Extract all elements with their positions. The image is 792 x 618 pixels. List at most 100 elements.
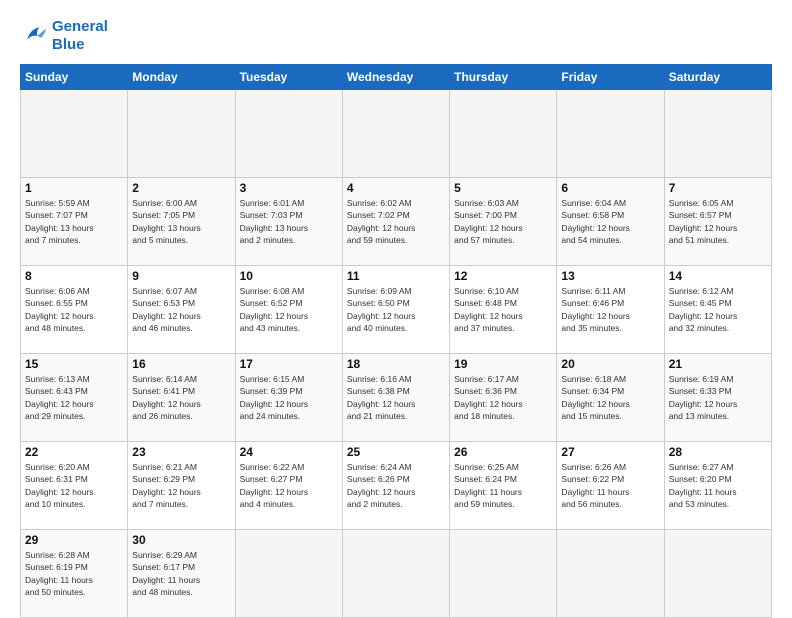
calendar-week-row: 22 Sunrise: 6:20 AM Sunset: 6:31 PM Dayli… <box>21 442 772 530</box>
col-header-friday: Friday <box>557 65 664 90</box>
day-number: 21 <box>669 357 767 371</box>
day-info: Sunrise: 6:26 AM Sunset: 6:22 PM Dayligh… <box>561 461 659 510</box>
calendar-week-row: 1 Sunrise: 5:59 AM Sunset: 7:07 PM Daylig… <box>21 178 772 266</box>
calendar-cell: 20 Sunrise: 6:18 AM Sunset: 6:34 PM Dayli… <box>557 354 664 442</box>
day-number: 1 <box>25 181 123 195</box>
calendar-week-row <box>21 90 772 178</box>
day-number: 2 <box>132 181 230 195</box>
calendar-cell <box>664 90 771 178</box>
calendar-cell: 29 Sunrise: 6:28 AM Sunset: 6:19 PM Dayli… <box>21 530 128 618</box>
day-info: Sunrise: 6:12 AM Sunset: 6:45 PM Dayligh… <box>669 285 767 334</box>
day-info: Sunrise: 6:13 AM Sunset: 6:43 PM Dayligh… <box>25 373 123 422</box>
day-info: Sunrise: 6:25 AM Sunset: 6:24 PM Dayligh… <box>454 461 552 510</box>
calendar-cell: 8 Sunrise: 6:06 AM Sunset: 6:55 PM Daylig… <box>21 266 128 354</box>
day-number: 20 <box>561 357 659 371</box>
calendar-cell <box>235 90 342 178</box>
calendar-cell: 12 Sunrise: 6:10 AM Sunset: 6:48 PM Dayli… <box>450 266 557 354</box>
day-number: 22 <box>25 445 123 459</box>
day-number: 23 <box>132 445 230 459</box>
calendar-cell: 15 Sunrise: 6:13 AM Sunset: 6:43 PM Dayli… <box>21 354 128 442</box>
day-info: Sunrise: 6:20 AM Sunset: 6:31 PM Dayligh… <box>25 461 123 510</box>
day-info: Sunrise: 6:00 AM Sunset: 7:05 PM Dayligh… <box>132 197 230 246</box>
day-number: 18 <box>347 357 445 371</box>
col-header-wednesday: Wednesday <box>342 65 449 90</box>
calendar-cell: 17 Sunrise: 6:15 AM Sunset: 6:39 PM Dayli… <box>235 354 342 442</box>
calendar-cell: 24 Sunrise: 6:22 AM Sunset: 6:27 PM Dayli… <box>235 442 342 530</box>
calendar-cell: 16 Sunrise: 6:14 AM Sunset: 6:41 PM Dayli… <box>128 354 235 442</box>
day-number: 10 <box>240 269 338 283</box>
day-info: Sunrise: 6:14 AM Sunset: 6:41 PM Dayligh… <box>132 373 230 422</box>
calendar-cell: 19Sunrise: 6:17 AM Sunset: 6:36 PM Dayli… <box>450 354 557 442</box>
day-info: Sunrise: 6:11 AM Sunset: 6:46 PM Dayligh… <box>561 285 659 334</box>
logo: General Blue <box>20 18 108 54</box>
calendar-cell: 27 Sunrise: 6:26 AM Sunset: 6:22 PM Dayli… <box>557 442 664 530</box>
calendar-cell <box>128 90 235 178</box>
calendar-header-row: SundayMondayTuesdayWednesdayThursdayFrid… <box>21 65 772 90</box>
day-number: 17 <box>240 357 338 371</box>
calendar-cell: 25Sunrise: 6:24 AM Sunset: 6:26 PM Dayli… <box>342 442 449 530</box>
calendar-cell: 14 Sunrise: 6:12 AM Sunset: 6:45 PM Dayli… <box>664 266 771 354</box>
calendar-cell: 30 Sunrise: 6:29 AM Sunset: 6:17 PM Dayli… <box>128 530 235 618</box>
calendar-cell: 28 Sunrise: 6:27 AM Sunset: 6:20 PM Dayli… <box>664 442 771 530</box>
day-info: Sunrise: 6:22 AM Sunset: 6:27 PM Dayligh… <box>240 461 338 510</box>
calendar-cell <box>342 90 449 178</box>
day-info: Sunrise: 6:06 AM Sunset: 6:55 PM Dayligh… <box>25 285 123 334</box>
day-number: 6 <box>561 181 659 195</box>
day-number: 12 <box>454 269 552 283</box>
calendar-cell: 9Sunrise: 6:07 AM Sunset: 6:53 PM Daylig… <box>128 266 235 354</box>
calendar-cell: 26Sunrise: 6:25 AM Sunset: 6:24 PM Dayli… <box>450 442 557 530</box>
day-info: Sunrise: 5:59 AM Sunset: 7:07 PM Dayligh… <box>25 197 123 246</box>
calendar-cell: 3Sunrise: 6:01 AM Sunset: 7:03 PM Daylig… <box>235 178 342 266</box>
day-info: Sunrise: 6:19 AM Sunset: 6:33 PM Dayligh… <box>669 373 767 422</box>
calendar-cell: 4 Sunrise: 6:02 AM Sunset: 7:02 PM Daylig… <box>342 178 449 266</box>
calendar-week-row: 15 Sunrise: 6:13 AM Sunset: 6:43 PM Dayli… <box>21 354 772 442</box>
calendar-table: SundayMondayTuesdayWednesdayThursdayFrid… <box>20 64 772 618</box>
day-info: Sunrise: 6:24 AM Sunset: 6:26 PM Dayligh… <box>347 461 445 510</box>
day-number: 5 <box>454 181 552 195</box>
col-header-tuesday: Tuesday <box>235 65 342 90</box>
day-number: 15 <box>25 357 123 371</box>
calendar-cell: 23 Sunrise: 6:21 AM Sunset: 6:29 PM Dayli… <box>128 442 235 530</box>
col-header-monday: Monday <box>128 65 235 90</box>
day-number: 28 <box>669 445 767 459</box>
calendar-cell <box>664 530 771 618</box>
day-number: 14 <box>669 269 767 283</box>
col-header-saturday: Saturday <box>664 65 771 90</box>
calendar-cell <box>557 530 664 618</box>
day-info: Sunrise: 6:16 AM Sunset: 6:38 PM Dayligh… <box>347 373 445 422</box>
day-info: Sunrise: 6:28 AM Sunset: 6:19 PM Dayligh… <box>25 549 123 598</box>
calendar-cell: 7 Sunrise: 6:05 AM Sunset: 6:57 PM Daylig… <box>664 178 771 266</box>
day-info: Sunrise: 6:01 AM Sunset: 7:03 PM Dayligh… <box>240 197 338 246</box>
calendar-cell <box>342 530 449 618</box>
calendar-cell <box>235 530 342 618</box>
col-header-thursday: Thursday <box>450 65 557 90</box>
day-number: 19 <box>454 357 552 371</box>
day-info: Sunrise: 6:02 AM Sunset: 7:02 PM Dayligh… <box>347 197 445 246</box>
calendar-cell: 10 Sunrise: 6:08 AM Sunset: 6:52 PM Dayli… <box>235 266 342 354</box>
day-info: Sunrise: 6:10 AM Sunset: 6:48 PM Dayligh… <box>454 285 552 334</box>
day-info: Sunrise: 6:05 AM Sunset: 6:57 PM Dayligh… <box>669 197 767 246</box>
calendar-cell: 22 Sunrise: 6:20 AM Sunset: 6:31 PM Dayli… <box>21 442 128 530</box>
day-info: Sunrise: 6:21 AM Sunset: 6:29 PM Dayligh… <box>132 461 230 510</box>
day-info: Sunrise: 6:15 AM Sunset: 6:39 PM Dayligh… <box>240 373 338 422</box>
day-info: Sunrise: 6:18 AM Sunset: 6:34 PM Dayligh… <box>561 373 659 422</box>
day-info: Sunrise: 6:27 AM Sunset: 6:20 PM Dayligh… <box>669 461 767 510</box>
calendar-cell: 1 Sunrise: 5:59 AM Sunset: 7:07 PM Daylig… <box>21 178 128 266</box>
day-number: 30 <box>132 533 230 547</box>
day-info: Sunrise: 6:29 AM Sunset: 6:17 PM Dayligh… <box>132 549 230 598</box>
day-number: 8 <box>25 269 123 283</box>
day-number: 24 <box>240 445 338 459</box>
day-info: Sunrise: 6:08 AM Sunset: 6:52 PM Dayligh… <box>240 285 338 334</box>
calendar-cell: 2 Sunrise: 6:00 AM Sunset: 7:05 PM Daylig… <box>128 178 235 266</box>
day-number: 7 <box>669 181 767 195</box>
calendar-cell <box>450 530 557 618</box>
day-number: 4 <box>347 181 445 195</box>
page-header: General Blue <box>20 18 772 54</box>
calendar-cell: 21 Sunrise: 6:19 AM Sunset: 6:33 PM Dayli… <box>664 354 771 442</box>
day-number: 29 <box>25 533 123 547</box>
day-info: Sunrise: 6:03 AM Sunset: 7:00 PM Dayligh… <box>454 197 552 246</box>
day-number: 13 <box>561 269 659 283</box>
day-number: 16 <box>132 357 230 371</box>
day-info: Sunrise: 6:04 AM Sunset: 6:58 PM Dayligh… <box>561 197 659 246</box>
day-number: 27 <box>561 445 659 459</box>
